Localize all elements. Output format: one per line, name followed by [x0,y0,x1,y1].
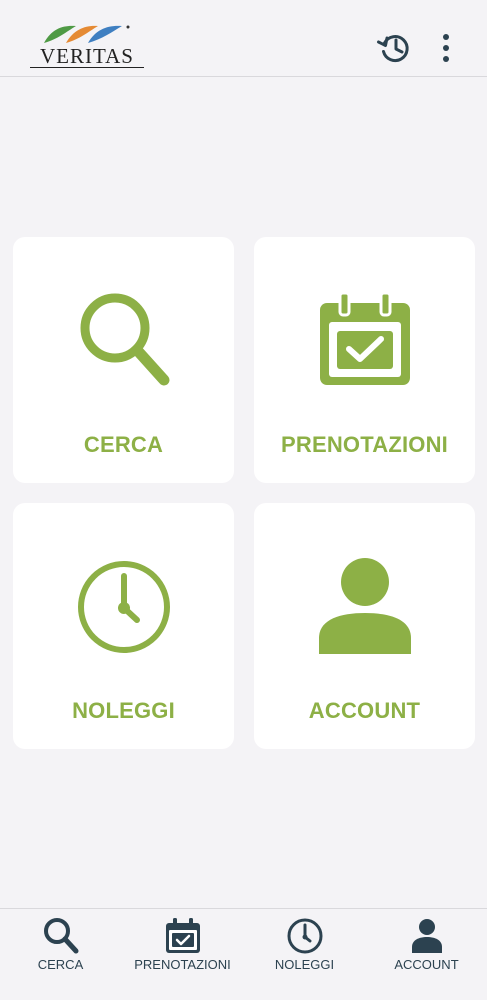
tile-label: PRENOTAZIONI [281,432,448,457]
nav-label: PRENOTAZIONI [134,957,231,972]
nav-label: NOLEGGI [274,957,335,972]
logo-leaves-icon [44,25,130,43]
history-icon [377,35,409,63]
bottom-navigation: CERCA PRENOTAZIONI NOLEGGI ACCOUNT [0,908,487,1000]
nav-item-account[interactable]: ACCOUNT [366,909,487,1000]
tile-label: CERCA [83,432,164,457]
tile-noleggi[interactable]: NOLEGGI [13,503,234,749]
tile-label: NOLEGGI [72,698,175,723]
calendar-check-icon [165,918,200,953]
clock-icon [287,918,322,954]
nav-item-cerca[interactable]: CERCA [0,909,121,1000]
nav-item-prenotazioni[interactable]: PRENOTAZIONI [122,909,243,1000]
veritas-logo: VERITAS [28,24,146,70]
logo-underline [30,67,144,68]
tile-prenotazioni[interactable]: PRENOTAZIONI [254,237,475,483]
history-button[interactable] [374,28,416,68]
more-vertical-icon [443,34,449,62]
user-icon [318,558,411,654]
tile-label: ACCOUNT [308,698,421,723]
app-header: VERITAS [0,0,487,77]
more-options-button[interactable] [432,28,460,68]
tile-cerca[interactable]: CERCA [13,237,234,483]
logo-text: VERITAS [40,44,134,68]
calendar-check-icon [319,291,410,385]
search-icon [80,293,169,386]
clock-icon [77,561,170,653]
search-icon [43,918,78,954]
user-icon [411,919,442,953]
tile-account[interactable]: ACCOUNT [254,503,475,749]
nav-label: ACCOUNT [394,957,459,972]
nav-item-noleggi[interactable]: NOLEGGI [244,909,365,1000]
nav-label: CERCA [37,957,84,972]
